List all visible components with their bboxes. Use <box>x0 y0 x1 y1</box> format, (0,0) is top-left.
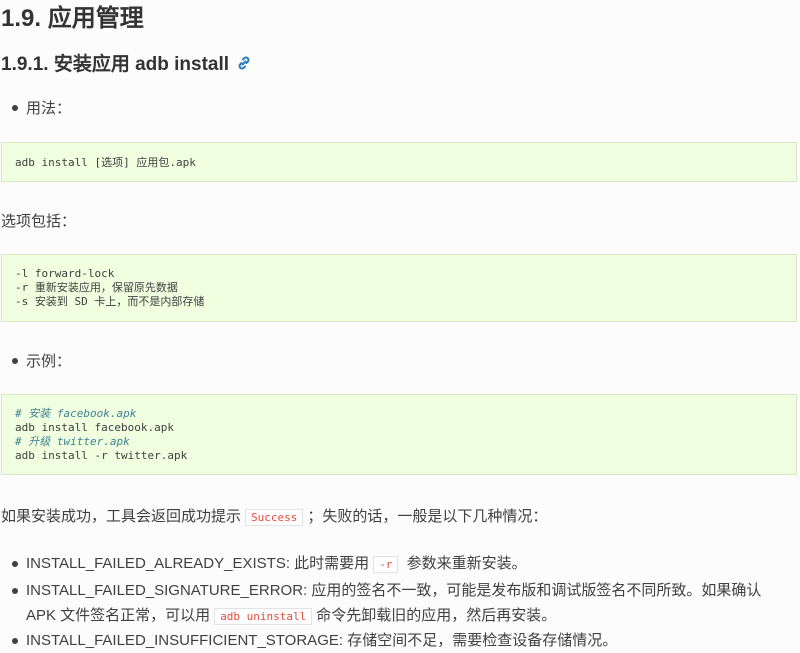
result-text-before: 如果安装成功，工具会返回成功提示 <box>1 508 242 525</box>
bullet-dot <box>12 588 18 594</box>
bullet-dot <box>12 638 18 644</box>
error-text: 存储空间不足，需要检查设备存储情况。 <box>343 632 618 649</box>
bullet-dot <box>12 104 18 111</box>
error-name: INSTALL_FAILED_INSUFFICIENT_STORAGE: <box>26 632 344 649</box>
usage-code-block: adb install [选项] 应用包.apk <box>1 142 797 182</box>
result-paragraph: 如果安装成功，工具会返回成功提示 Success ；失败的话，一般是以下几种情况： <box>1 505 547 526</box>
code-line: -s 安装到 SD 卡上，而不是内部存储 <box>15 295 205 308</box>
inline-code-r: -r <box>373 556 399 573</box>
inline-code-success: Success <box>245 509 304 526</box>
code-line: adb install [选项] 应用包.apk <box>15 156 196 169</box>
options-code-block: -l forward-lock -r 重新安装应用，保留原先数据 -s 安装到 … <box>1 254 797 322</box>
subsection-title: 1.9.1. 安装应用 adb install <box>1 49 252 76</box>
code-line: adb install facebook.apk <box>15 421 174 434</box>
section-title: 1.9. 应用管理 <box>1 5 144 32</box>
error-list-item: INSTALL_FAILED_ALREADY_EXISTS: 此时需要用 -r 参… <box>12 551 792 577</box>
error-name: INSTALL_FAILED_SIGNATURE_ERROR: <box>26 582 308 599</box>
usage-label: 用法： <box>26 100 72 117</box>
error-list-item: INSTALL_FAILED_SIGNATURE_ERROR: 应用的签名不一致… <box>12 578 792 629</box>
error-text: 此时需要用 <box>290 555 370 572</box>
error-text: 参数来重新安装。 <box>402 555 527 572</box>
usage-bullet: 用法： <box>12 97 71 118</box>
code-comment-line: # 升级 twitter.apk <box>15 435 130 448</box>
error-name: INSTALL_FAILED_ALREADY_EXISTS: <box>26 555 291 572</box>
result-text-after: ；失败的话，一般是以下几种情况： <box>307 508 548 525</box>
example-label: 示例： <box>26 353 72 370</box>
example-code-block: # 安装 facebook.apk adb install facebook.a… <box>1 394 797 475</box>
example-bullet: 示例： <box>12 350 71 371</box>
code-line: -r 重新安装应用，保留原先数据 <box>15 281 178 294</box>
bullet-dot <box>12 561 18 567</box>
error-text: 命令先卸载旧的应用，然后再安装。 <box>316 607 557 624</box>
permalink-icon[interactable] <box>236 55 252 71</box>
subsection-title-text: 1.9.1. 安装应用 adb install <box>1 54 230 75</box>
error-list-item: INSTALL_FAILED_INSUFFICIENT_STORAGE: 存储空… <box>12 628 792 653</box>
options-label: 选项包括： <box>1 213 77 230</box>
inline-code-adb-uninstall: adb uninstall <box>214 608 313 625</box>
code-line: -l forward-lock <box>15 267 115 280</box>
code-line: adb install -r twitter.apk <box>15 449 188 462</box>
code-comment-line: # 安装 facebook.apk <box>15 407 137 420</box>
bullet-dot <box>12 357 18 364</box>
